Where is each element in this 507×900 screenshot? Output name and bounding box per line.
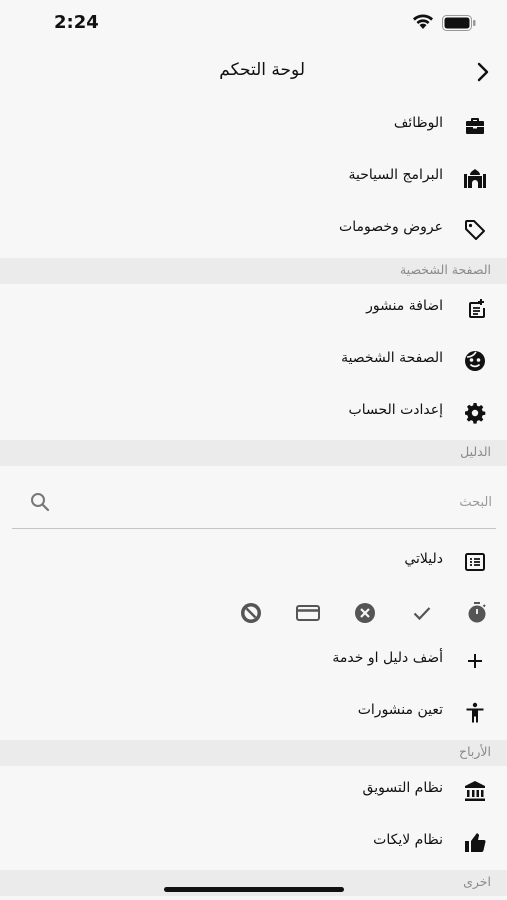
mosque-icon (462, 165, 488, 191)
menu-item-label: نظام التسويق (362, 780, 443, 796)
timer-icon[interactable] (464, 600, 490, 626)
briefcase-icon (462, 113, 488, 139)
post-add-icon (462, 296, 488, 322)
block-icon[interactable] (238, 600, 264, 626)
menu-item-label: تعين منشورات (357, 702, 443, 718)
menu-item-likes-system[interactable]: نظام لايكات (0, 818, 507, 868)
section-header-earnings: الأرباح (0, 740, 507, 766)
menu-item-my-directories[interactable]: دليلاتي (0, 537, 507, 587)
menu-item-label: عروض وخصومات (339, 219, 443, 235)
menu-item-assign-posts[interactable]: تعين منشورات (0, 688, 507, 738)
credit-card-icon[interactable] (295, 600, 321, 626)
menu-item-label: أضف دليل او خدمة (332, 650, 443, 666)
home-indicator[interactable] (164, 887, 344, 892)
search-bar[interactable] (12, 476, 496, 529)
page-title: لوحة التحكم (219, 60, 305, 80)
accessibility-icon (462, 700, 488, 726)
section-header-directory: الدليل (0, 440, 507, 466)
menu-item-tourism-programs[interactable]: البرامج السياحية (0, 153, 507, 203)
wifi-icon (413, 14, 433, 29)
bank-icon (462, 778, 488, 804)
menu-item-account-settings[interactable]: إعدادت الحساب (0, 388, 507, 438)
search-input[interactable] (70, 488, 494, 516)
menu-item-label: اضافة منشور (366, 298, 443, 314)
tag-icon (462, 217, 488, 243)
menu-item-marketing-system[interactable]: نظام التسويق (0, 766, 507, 816)
face-icon (462, 348, 488, 374)
thumb-up-icon (462, 830, 488, 856)
app-header: لوحة التحكم (0, 50, 507, 94)
menu-item-label: دليلاتي (404, 551, 443, 567)
add-icon (462, 648, 488, 674)
section-title: اخرى (463, 874, 491, 889)
menu-item-add-directory[interactable]: أضف دليل او خدمة (0, 636, 507, 686)
section-title: الدليل (460, 444, 491, 459)
status-bar: 2:24 (0, 0, 507, 46)
menu-item-jobs[interactable]: الوظائف (0, 101, 507, 151)
cancel-icon[interactable] (352, 600, 378, 626)
settings-icon (462, 400, 488, 426)
battery-icon (442, 15, 476, 31)
list-alt-icon (462, 549, 488, 575)
chevron-right-icon (477, 62, 489, 82)
menu-item-add-post[interactable]: اضافة منشور (0, 284, 507, 334)
menu-item-label: الوظائف (393, 115, 443, 131)
section-title: الأرباح (459, 744, 491, 759)
menu-item-label: إعدادت الحساب (348, 402, 443, 418)
menu-item-label: نظام لايكات (373, 832, 443, 848)
menu-item-label: الصفحة الشخصية (341, 350, 443, 366)
status-filter-strip (0, 590, 507, 634)
menu-item-label: البرامج السياحية (348, 167, 444, 183)
status-time: 2:24 (54, 12, 99, 33)
section-title: الصفحة الشخصية (399, 262, 491, 277)
search-icon[interactable] (28, 490, 52, 514)
menu-item-profile[interactable]: الصفحة الشخصية (0, 336, 507, 386)
section-header-other: اخرى (0, 870, 507, 896)
check-icon[interactable] (409, 600, 435, 626)
back-button[interactable] (470, 58, 496, 86)
section-header-profile: الصفحة الشخصية (0, 258, 507, 284)
menu-item-offers[interactable]: عروض وخصومات (0, 205, 507, 255)
